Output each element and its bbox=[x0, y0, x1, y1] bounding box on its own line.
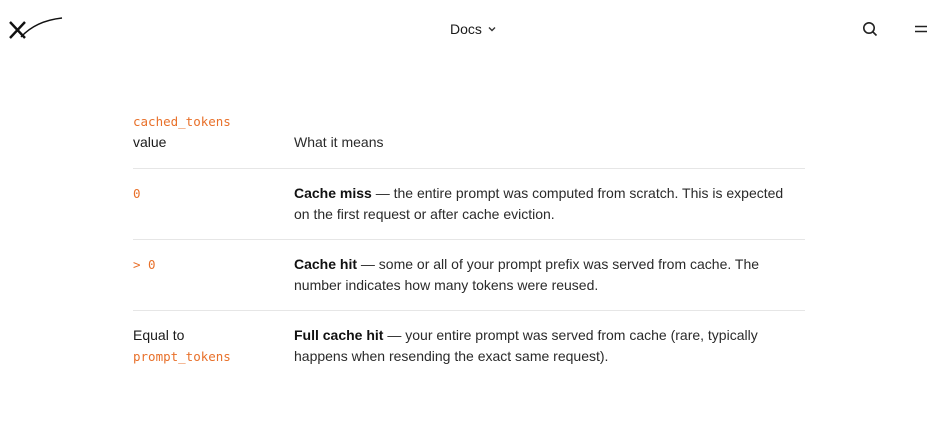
table-row: 0 Cache miss — the entire prompt was com… bbox=[133, 169, 805, 240]
row-value: 0 bbox=[133, 183, 283, 204]
docs-menu-button[interactable]: Docs bbox=[450, 19, 497, 39]
top-nav: Docs bbox=[0, 0, 942, 56]
row-value: > 0 bbox=[133, 254, 283, 275]
table-row: > 0 Cache hit — some or all of your prom… bbox=[133, 240, 805, 311]
x-logo-icon[interactable] bbox=[9, 17, 63, 39]
row-value: Equal to prompt_tokens bbox=[133, 325, 283, 367]
search-icon[interactable] bbox=[859, 18, 881, 40]
chevron-down-icon bbox=[487, 24, 497, 34]
header-meaning-label: What it means bbox=[294, 134, 384, 150]
docs-menu-label: Docs bbox=[450, 21, 482, 37]
row-title: Cache miss bbox=[294, 185, 372, 201]
table-row: Equal to prompt_tokens Full cache hit — … bbox=[133, 311, 805, 381]
row-description: Cache hit — some or all of your prompt p… bbox=[294, 254, 794, 296]
row-value-code: prompt_tokens bbox=[133, 349, 231, 364]
header-value-label: value bbox=[133, 134, 167, 150]
row-title: Full cache hit bbox=[294, 327, 384, 343]
row-value-text: Equal to bbox=[133, 327, 185, 343]
row-description: Full cache hit — your entire prompt was … bbox=[294, 325, 794, 367]
row-description: Cache miss — the entire prompt was compu… bbox=[294, 183, 794, 225]
header-value-column: cached_tokens value bbox=[133, 111, 283, 153]
row-value-code: > 0 bbox=[133, 257, 156, 272]
row-title: Cache hit bbox=[294, 256, 358, 272]
cached-tokens-table: cached_tokens value What it means 0 Cach… bbox=[133, 111, 805, 381]
row-value-code: 0 bbox=[133, 186, 141, 201]
header-code: cached_tokens bbox=[133, 114, 231, 129]
menu-icon[interactable] bbox=[910, 18, 932, 40]
row-description-text: — some or all of your prompt prefix was … bbox=[294, 256, 760, 293]
table-header: cached_tokens value What it means bbox=[133, 111, 805, 169]
